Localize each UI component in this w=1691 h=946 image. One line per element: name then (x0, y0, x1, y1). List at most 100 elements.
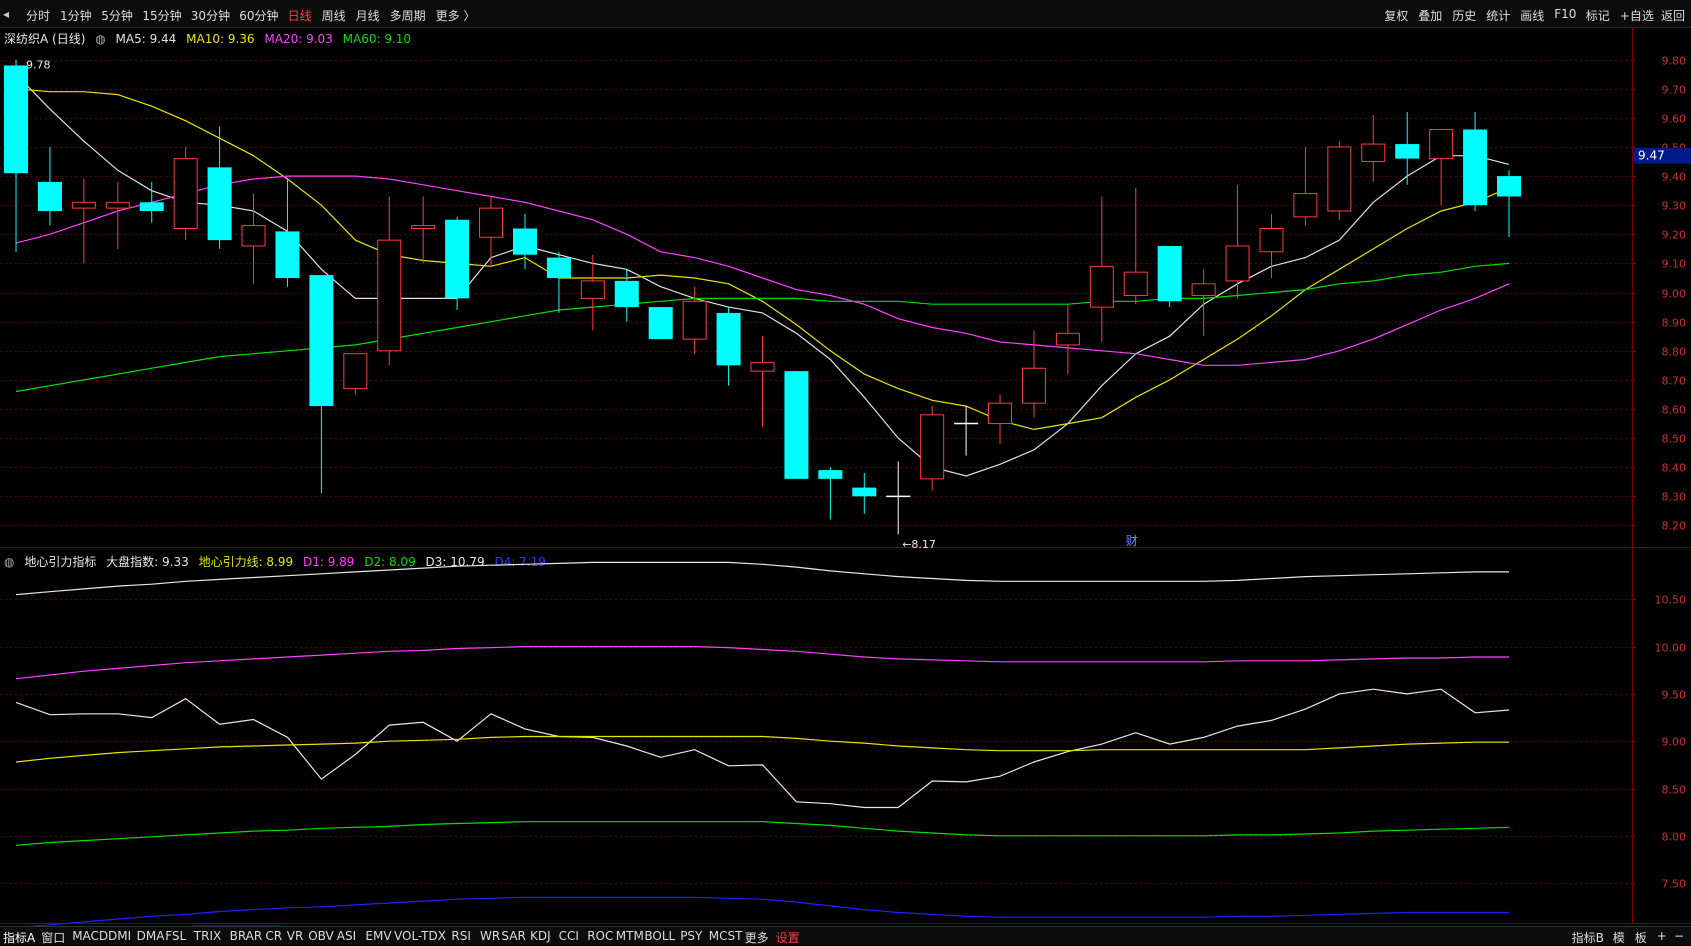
y-tick-label: 9.30 (1662, 200, 1687, 213)
candle-body-up (71, 201, 96, 209)
tabbar-button[interactable]: 指标B (1572, 929, 1604, 946)
candle-body-down (1463, 129, 1488, 206)
y-tick-label: 9.80 (1662, 55, 1687, 68)
indicator-line (15, 561, 1509, 596)
indicator-tab[interactable]: DMA (137, 929, 165, 943)
period-tab[interactable]: 30分钟 (191, 7, 230, 24)
tool-button[interactable]: 复权 (1384, 7, 1408, 24)
indicator-tab[interactable]: WR (480, 929, 500, 943)
y-tick-label: 8.30 (1662, 491, 1687, 504)
candle-body-up (1055, 332, 1080, 346)
period-tab[interactable]: 15分钟 (142, 7, 181, 24)
indicator-tab[interactable]: FSL (165, 929, 186, 943)
tool-button[interactable]: +自选 (1620, 7, 1654, 24)
y-tick-label: 8.40 (1662, 462, 1687, 475)
candle-body-down (1157, 245, 1182, 302)
tool-button[interactable]: F10 (1554, 7, 1576, 21)
candle-body-up (1327, 146, 1352, 212)
tool-button[interactable]: 统计 (1486, 7, 1510, 24)
indicator-tab[interactable]: TRIX (194, 929, 221, 943)
candle-body-up (1361, 143, 1386, 163)
tool-button[interactable]: 返回 (1661, 7, 1685, 24)
period-tab[interactable]: 分时 (26, 7, 50, 24)
candle-body-up (1429, 129, 1454, 160)
indicator-tab[interactable]: EMV (365, 929, 391, 943)
y-tick-label: 8.60 (1662, 404, 1687, 417)
candle-body-down (1497, 176, 1521, 197)
indicator-tab[interactable]: 设置 (776, 929, 800, 946)
candle-body-up (580, 280, 605, 299)
back-icon[interactable]: ◂ (3, 7, 9, 21)
indicator-tab[interactable]: 更多 (745, 929, 769, 946)
candle-body-down (614, 280, 639, 308)
indicator-tab[interactable]: CCI (559, 929, 579, 943)
candle-body-down (784, 371, 809, 479)
candle-body-up (1293, 193, 1318, 218)
y-tick-label: 9.60 (1662, 113, 1687, 126)
candle-body-down (1395, 144, 1420, 159)
y-tick-label: 8.20 (1662, 520, 1687, 533)
tabbar-button[interactable]: 板 (1635, 929, 1647, 946)
tool-button[interactable]: 历史 (1452, 7, 1476, 24)
y-tick-label: 7.50 (1662, 878, 1687, 891)
last-price-label: 9.47 (1638, 149, 1665, 163)
candle-body-up (173, 158, 198, 229)
candle-body-up (105, 201, 130, 209)
low-label: ←8.17 (902, 538, 936, 551)
candle-body-up (988, 402, 1013, 425)
tool-button[interactable]: 标记 (1586, 7, 1610, 24)
kline-chart[interactable]: 9.80 9.70 9.60 9.50 9.40 9.30 9.20 9.10 9.00 8.90… (0, 28, 1691, 926)
tabbar-button[interactable]: 模 (1613, 929, 1625, 946)
period-tab[interactable]: 周线 (322, 7, 346, 24)
y-tick-label: 9.00 (1662, 736, 1687, 749)
candle-body-up (1089, 265, 1114, 308)
indicator-line (15, 735, 1509, 763)
y-tick-label: 8.00 (1662, 831, 1687, 844)
y-tick-label: 8.90 (1662, 317, 1687, 330)
indicator-tab[interactable]: KDJ (530, 929, 551, 943)
y-tick-label: 8.80 (1662, 346, 1687, 359)
indicator-line (28, 896, 1509, 926)
y-tick-label: 9.00 (1662, 288, 1687, 301)
indicator-tab[interactable]: CR (265, 929, 282, 943)
tabbar-button[interactable]: − (1674, 929, 1684, 943)
indicator-tab[interactable]: BRAR (230, 929, 263, 943)
period-tab[interactable]: 5分钟 (101, 7, 133, 24)
indicator-tab[interactable]: PSY (680, 929, 702, 943)
indicator-tab[interactable]: MACD (72, 929, 108, 943)
indicator-tab[interactable]: DMI (108, 929, 131, 943)
candle-body-up (479, 207, 504, 238)
period-tab[interactable]: 月线 (356, 7, 380, 24)
period-tab[interactable]: 日线 (288, 7, 312, 24)
period-tab[interactable]: 60分钟 (239, 7, 278, 24)
indicator-tab[interactable]: BOLL (644, 929, 675, 943)
indicator-tab[interactable]: VR (287, 929, 304, 943)
indicator-tab[interactable]: MTM (616, 929, 644, 943)
tabbar-button[interactable]: + (1657, 929, 1667, 943)
indicator-line (15, 645, 1509, 680)
candle-body-up (1191, 283, 1216, 296)
period-tab[interactable]: 1分钟 (60, 7, 92, 24)
indicator-tab[interactable]: ROC (587, 929, 613, 943)
tool-button[interactable]: 叠加 (1418, 7, 1442, 24)
period-tab[interactable]: 多周期 (390, 7, 426, 24)
candle-body-down (445, 219, 470, 299)
y-tick-label: 10.00 (1655, 642, 1687, 655)
indicator-tab[interactable]: SAR (501, 929, 525, 943)
indicator-tab[interactable]: 窗口 (41, 929, 65, 946)
period-toolbar: ◂ 分时 1分钟 5分钟 15分钟 30分钟 60分钟 日线 周线 月线 多周期 更多 〉 返回 +自… (0, 0, 1691, 28)
period-tab[interactable]: 更多 〉 (436, 7, 476, 24)
indicator-tab[interactable]: ASI (337, 929, 356, 943)
candle-body-down (207, 167, 232, 241)
indicator-tab[interactable]: VOL-TDX (394, 929, 446, 943)
tool-button[interactable]: 画线 (1520, 7, 1544, 24)
indicator-tab[interactable]: OBV (308, 929, 334, 943)
candle-body-up (1259, 227, 1284, 253)
indicator-tab[interactable]: MCST (709, 929, 743, 943)
indicator-tab[interactable]: RSI (451, 929, 471, 943)
candle-body-down (139, 202, 164, 212)
candle-body-down (309, 275, 334, 407)
candle-body-down (4, 65, 28, 174)
indicator-tab[interactable]: 指标A (3, 929, 35, 946)
indicator-line (15, 821, 1510, 846)
